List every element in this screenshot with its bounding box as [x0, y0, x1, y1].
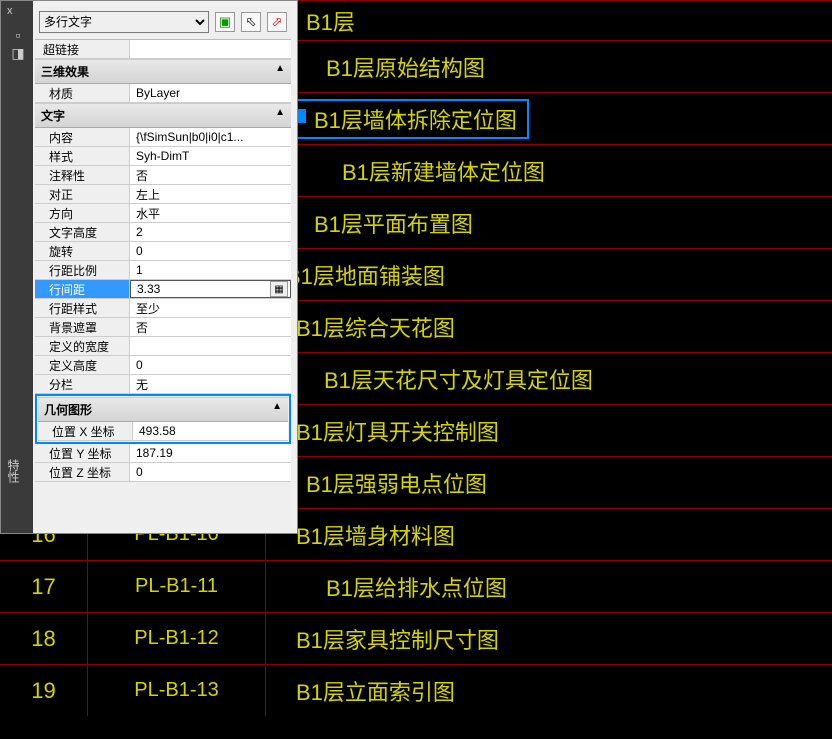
drawing-desc-selected[interactable]: B1层墙体拆除定位图 — [286, 99, 529, 139]
table-row: 17 PL-B1-11 B1层给排水点位图 — [0, 560, 832, 612]
group-geometry[interactable]: 几何图形▲ — [38, 397, 288, 422]
row-code[interactable]: PL-B1-12 — [88, 613, 266, 664]
drawing-desc[interactable]: B1层立面索引图 — [266, 665, 832, 716]
drawing-desc[interactable]: B1层给排水点位图 — [266, 561, 832, 612]
table-row: 18 PL-B1-12 B1层家具控制尺寸图 — [0, 612, 832, 664]
object-type-select[interactable]: 多行文字 — [39, 11, 209, 33]
drawing-desc[interactable]: B1层天花尺寸及灯具定位图 — [266, 353, 832, 404]
prop-row-pos-x[interactable]: 位置 X 坐标 493.58 — [38, 422, 288, 441]
properties-panel: x ▫ ◨ 特性 多行文字 ▣ ⬁ ⬀ 超链接 三维效果▲ 材质 B — [0, 0, 298, 534]
pin-icon[interactable]: ▫ — [5, 27, 31, 43]
group-3d-effect[interactable]: 三维效果▲ — [35, 59, 291, 84]
prop-row-rotate[interactable]: 旋转 0 — [35, 242, 291, 261]
prop-row-justify[interactable]: 对正 左上 — [35, 185, 291, 204]
group-text[interactable]: 文字▲ — [35, 103, 291, 128]
prop-row-defwidth[interactable]: 定义的宽度 — [35, 337, 291, 356]
quick-select-icon[interactable]: ⬁ — [241, 12, 261, 32]
drawing-desc[interactable]: B1层墙身材料图 — [266, 509, 832, 560]
prop-row-text-height[interactable]: 文字高度 2 — [35, 223, 291, 242]
prop-row-content[interactable]: 内容 {\fSimSun|b0|i0|c1... — [35, 128, 291, 147]
row-number: 18 — [0, 613, 88, 664]
prop-row-pos-z[interactable]: 位置 Z 坐标 0 — [35, 463, 291, 482]
row-code[interactable]: PL-B1-13 — [88, 665, 266, 716]
prop-row-pos-y[interactable]: 位置 Y 坐标 187.19 — [35, 444, 291, 463]
row-number: 17 — [0, 561, 88, 612]
prop-row-linescale[interactable]: 行距比例 1 — [35, 261, 291, 280]
prop-row-columns[interactable]: 分栏 无 — [35, 375, 291, 394]
close-icon[interactable]: x — [1, 1, 33, 21]
row-number: 19 — [0, 665, 88, 716]
prop-row-material[interactable]: 材质 ByLayer — [35, 84, 291, 103]
drawing-desc[interactable]: B1层综合天花图 — [266, 301, 832, 352]
drawing-desc[interactable]: B1层平面布置图 — [266, 197, 832, 248]
window-icon[interactable]: ◨ — [5, 45, 31, 62]
drawing-desc[interactable]: B1层新建墙体定位图 — [266, 145, 832, 196]
calculator-icon[interactable]: ▦ — [270, 281, 288, 297]
add-selection-icon[interactable]: ▣ — [215, 12, 235, 32]
drawing-desc[interactable]: B1层家具控制尺寸图 — [266, 613, 832, 664]
drawing-desc[interactable]: B1层强弱电点位图 — [266, 457, 832, 508]
panel-title: 特性 — [5, 459, 22, 483]
prop-row-bgmask[interactable]: 背景遮罩 否 — [35, 318, 291, 337]
drawing-desc[interactable]: B1层 — [266, 1, 832, 40]
table-row: 19 PL-B1-13 B1层立面索引图 — [0, 664, 832, 716]
prop-row-style[interactable]: 样式 Syh-DimT — [35, 147, 291, 166]
prop-row-defheight[interactable]: 定义高度 0 — [35, 356, 291, 375]
drawing-desc[interactable]: B1层地面铺装图 — [266, 249, 832, 300]
prop-row-hyperlink[interactable]: 超链接 — [35, 40, 291, 59]
quick-select2-icon[interactable]: ⬀ — [267, 12, 287, 32]
prop-row-annotative[interactable]: 注释性 否 — [35, 166, 291, 185]
drawing-desc[interactable]: B1层原始结构图 — [266, 41, 832, 92]
prop-row-direction[interactable]: 方向 水平 — [35, 204, 291, 223]
prop-row-linestyle[interactable]: 行距样式 至少 — [35, 299, 291, 318]
prop-row-linespacing[interactable]: 行间距 3.33 ▦ — [35, 280, 291, 299]
drawing-desc[interactable]: B1层灯具开关控制图 — [266, 405, 832, 456]
row-code[interactable]: PL-B1-11 — [88, 561, 266, 612]
